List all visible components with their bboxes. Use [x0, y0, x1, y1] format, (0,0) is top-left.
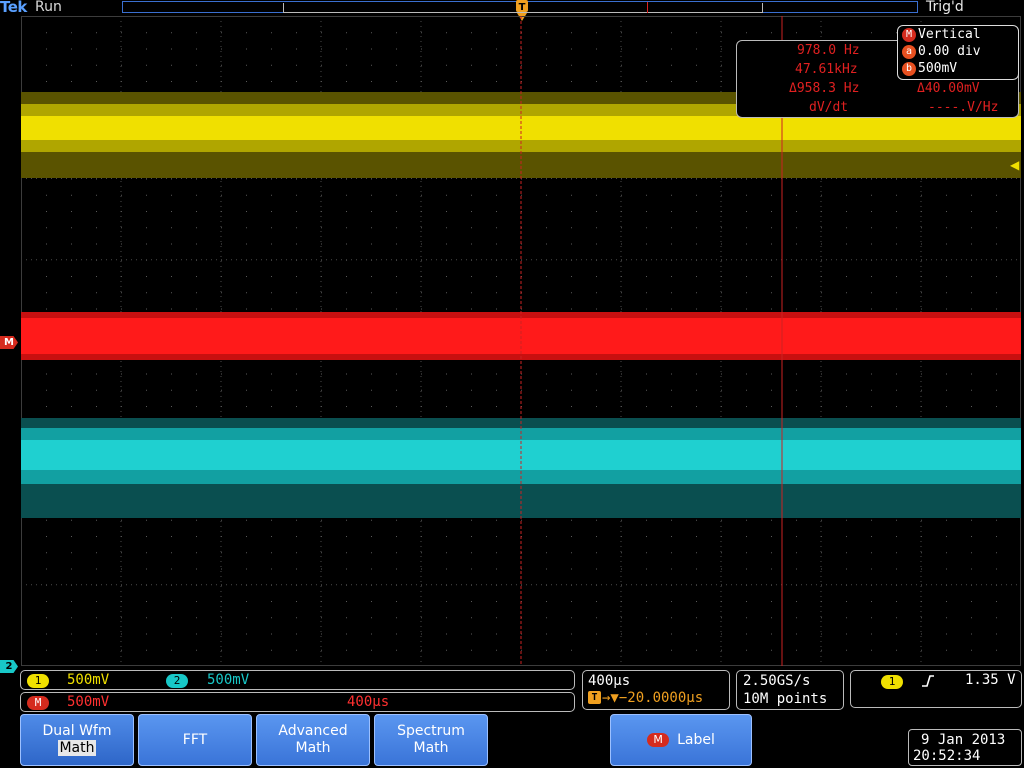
- knob-b-badge: b: [902, 62, 916, 76]
- label-button[interactable]: M Label: [610, 714, 752, 766]
- math-scale[interactable]: 500mV: [67, 694, 109, 710]
- fft-button[interactable]: FFT: [138, 714, 252, 766]
- advanced-label: Advanced: [278, 723, 348, 739]
- cursor-a-frequency: 978.0 Hz: [797, 43, 860, 58]
- channel-2-ground-marker[interactable]: 2: [0, 660, 18, 673]
- channel-info-box[interactable]: 1 500mV 2 500mV: [20, 670, 575, 690]
- channel-2-scale[interactable]: 500mV: [207, 672, 249, 688]
- vertical-panel[interactable]: M Vertical a 0.00 div b 500mV: [897, 25, 1019, 80]
- spectrum-label: Spectrum: [397, 723, 465, 739]
- math-ground-marker[interactable]: M: [0, 336, 18, 349]
- delta-voltage: Δ40.00mV: [917, 81, 980, 96]
- rising-edge-icon: [922, 675, 934, 687]
- trigger-source-badge: 1: [881, 675, 903, 689]
- spectrum-math-button[interactable]: Spectrum Math: [374, 714, 488, 766]
- dv-dt-label: dV/dt: [809, 100, 849, 115]
- vertical-position-value: 0.00 div: [918, 44, 981, 59]
- record-length: 10M points: [743, 691, 828, 707]
- fft-label: FFT: [182, 731, 208, 748]
- record-position-marker: [647, 2, 648, 13]
- run-state: Run: [35, 0, 62, 15]
- datetime-box: 9 Jan 2013 20:52:34: [908, 729, 1022, 766]
- math-info-box[interactable]: M 500mV 400µs: [20, 692, 575, 712]
- math-badge-icon: M: [27, 696, 49, 710]
- dual-wfm-math-label: Math: [58, 740, 96, 756]
- channel-1-badge: 1: [27, 674, 49, 688]
- dv-dt-value: ----.V/Hz: [928, 100, 999, 115]
- channel-2-badge: 2: [166, 674, 188, 688]
- trigger-info-box[interactable]: 1 1.35 V: [850, 670, 1022, 708]
- dual-wfm-label: Dual Wfm: [42, 723, 112, 739]
- horizontal-position: →▼−20.0000µs: [602, 690, 704, 706]
- date: 9 Jan 2013: [921, 732, 1006, 748]
- horizontal-timebase: 400µs: [588, 673, 631, 689]
- svg-text:T: T: [519, 2, 526, 13]
- spectrum-math-label: Math: [413, 740, 449, 756]
- math-label-badge: M: [647, 733, 670, 747]
- math-badge: M: [902, 28, 916, 42]
- trigger-state: Trig'd: [926, 0, 964, 15]
- horizontal-info-box[interactable]: 400µs T →▼−20.0000µs: [582, 670, 730, 710]
- advanced-math-button[interactable]: Advanced Math: [256, 714, 370, 766]
- math-timebase: 400µs: [347, 694, 390, 710]
- trigger-position-badge: T: [588, 691, 601, 704]
- trigger-level-arrow-icon: ◀: [1010, 158, 1020, 172]
- channel-1-scale[interactable]: 500mV: [67, 672, 109, 688]
- knob-a-badge: a: [902, 45, 916, 59]
- dual-wfm-math-button[interactable]: Dual Wfm Math: [20, 714, 134, 766]
- vertical-scale-value: 500mV: [918, 61, 958, 76]
- advanced-math-label: Math: [295, 740, 331, 756]
- vertical-title: Vertical: [918, 27, 981, 42]
- label-text: Label: [677, 731, 715, 748]
- acquisition-info-box[interactable]: 2.50GS/s 10M points: [736, 670, 844, 710]
- sample-rate: 2.50GS/s: [743, 673, 811, 689]
- time: 20:52:34: [913, 748, 981, 764]
- brand-logo: Tek: [0, 0, 27, 16]
- trigger-level: 1.35 V: [965, 672, 1016, 688]
- delta-frequency: Δ958.3 Hz: [789, 81, 860, 96]
- cursor-b-frequency: 47.61kHz: [795, 62, 858, 77]
